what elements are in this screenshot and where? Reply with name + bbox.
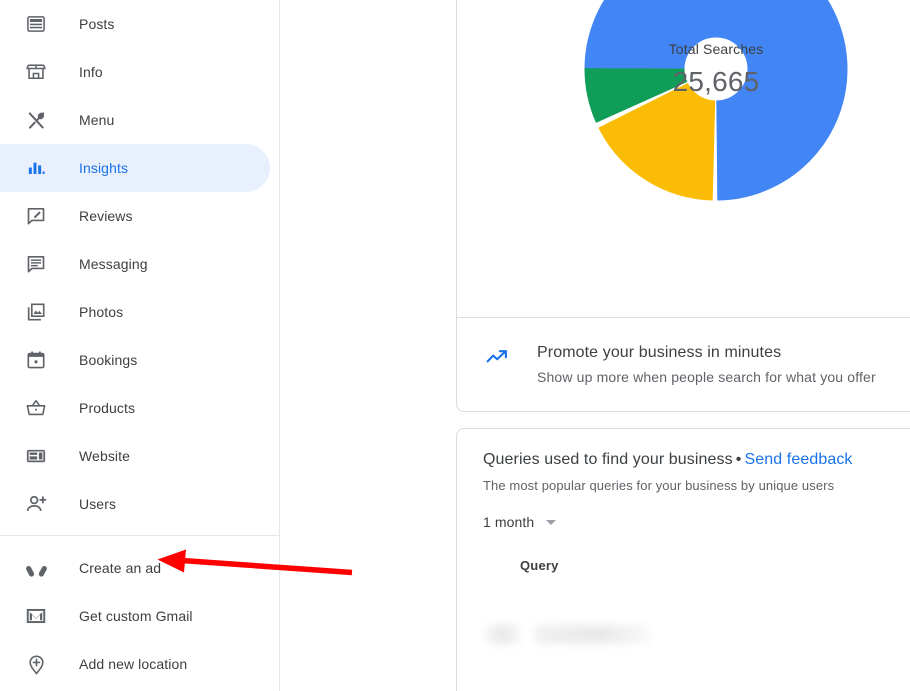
- queries-card: Queries used to find your business • Send …: [456, 428, 910, 691]
- photo-library-icon: [24, 300, 48, 324]
- sidebar-item-get-custom-gmail[interactable]: Get custom Gmail: [0, 592, 270, 640]
- sidebar-item-posts[interactable]: Posts: [0, 0, 270, 48]
- restaurant-icon: [24, 108, 48, 132]
- calendar-icon: [24, 348, 48, 372]
- trending-up-icon: [485, 345, 509, 369]
- sidebar-item-label: Posts: [79, 16, 115, 32]
- donut-svg: [584, 0, 848, 201]
- time-range-value: 1 month: [483, 514, 535, 530]
- sidebar-item-label: Website: [79, 448, 131, 464]
- sidebar-item-label: Menu: [79, 112, 115, 128]
- promote-banner-subtitle: Show up more when people search for what…: [537, 369, 876, 385]
- sidebar-item-info[interactable]: Info: [0, 48, 270, 96]
- rate-review-icon: [24, 204, 48, 228]
- posts-icon: [24, 12, 48, 36]
- sidebar-item-add-new-location[interactable]: Add new location: [0, 640, 270, 688]
- queries-table: Query: [483, 558, 910, 649]
- sidebar-item-label: Get custom Gmail: [79, 608, 193, 624]
- google-ads-icon: [24, 556, 48, 580]
- sidebar-item-products[interactable]: Products: [0, 384, 270, 432]
- queries-subtitle: The most popular queries for your busine…: [483, 478, 835, 493]
- sidebar-item-create-an-ad[interactable]: Create an ad: [0, 544, 270, 592]
- add-location-icon: [24, 652, 48, 676]
- sidebar-primary-group: Posts Info Menu Insights Reviews Messagi…: [0, 0, 279, 528]
- sidebar-item-label: Users: [79, 496, 117, 512]
- sidebar-item-insights[interactable]: Insights: [0, 144, 270, 192]
- storefront-icon: [24, 60, 48, 84]
- sidebar-divider: [0, 535, 279, 536]
- sidebar-nav: Posts Info Menu Insights Reviews Messagi…: [0, 0, 280, 691]
- chevron-down-icon: [546, 519, 557, 525]
- sidebar-item-label: Create an ad: [79, 560, 162, 576]
- redacted-query-rank: [487, 624, 521, 644]
- queries-title: Queries used to find your business: [483, 451, 733, 468]
- sidebar-item-label: Photos: [79, 304, 124, 320]
- bar-chart-icon: [24, 156, 48, 180]
- total-searches-donut-chart[interactable]: Total Searches 25,665: [457, 0, 910, 317]
- time-range-dropdown[interactable]: 1 month: [483, 514, 557, 530]
- sidebar-item-website[interactable]: Website: [0, 432, 270, 480]
- sidebar-item-reviews[interactable]: Reviews: [0, 192, 270, 240]
- promote-banner-text: Promote your business in minutes Show up…: [537, 344, 876, 385]
- sidebar-item-photos[interactable]: Photos: [0, 288, 270, 336]
- sidebar-secondary-group: Create an ad Get custom Gmail Add new lo…: [0, 544, 279, 688]
- sidebar-item-label: Products: [79, 400, 136, 416]
- sidebar-item-label: Bookings: [79, 352, 138, 368]
- sidebar-item-label: Reviews: [79, 208, 133, 224]
- sidebar-item-bookings[interactable]: Bookings: [0, 336, 270, 384]
- gmail-icon: [24, 604, 48, 628]
- sidebar-item-label: Messaging: [79, 256, 148, 272]
- basket-icon: [24, 396, 48, 420]
- table-row[interactable]: [483, 619, 910, 649]
- sidebar-item-users[interactable]: Users: [0, 480, 270, 528]
- sidebar-item-messaging[interactable]: Messaging: [0, 240, 270, 288]
- promote-business-banner[interactable]: Promote your business in minutes Show up…: [457, 317, 910, 411]
- person-add-icon: [24, 492, 48, 516]
- insights-main-content: Total Searches 25,665 Promote your busin…: [280, 0, 910, 691]
- promote-banner-title: Promote your business in minutes: [537, 344, 782, 361]
- sidebar-item-menu[interactable]: Menu: [0, 96, 270, 144]
- queries-title-row: Queries used to find your business • Send …: [483, 451, 910, 469]
- searches-breakdown-card: Total Searches 25,665 Promote your busin…: [456, 0, 910, 412]
- queries-title-separator: •: [735, 451, 742, 468]
- sidebar-item-label: Info: [79, 64, 103, 80]
- redacted-query-text: [535, 624, 651, 644]
- send-feedback-link[interactable]: Send feedback: [744, 451, 852, 468]
- website-icon: [24, 444, 48, 468]
- message-icon: [24, 252, 48, 276]
- sidebar-item-label: Insights: [79, 160, 129, 176]
- sidebar-item-label: Add new location: [79, 656, 188, 672]
- insights-page: Posts Info Menu Insights Reviews Messagi…: [0, 0, 910, 691]
- queries-column-header-query: Query: [520, 558, 559, 573]
- insights-card-column: Total Searches 25,665 Promote your busin…: [456, 0, 910, 691]
